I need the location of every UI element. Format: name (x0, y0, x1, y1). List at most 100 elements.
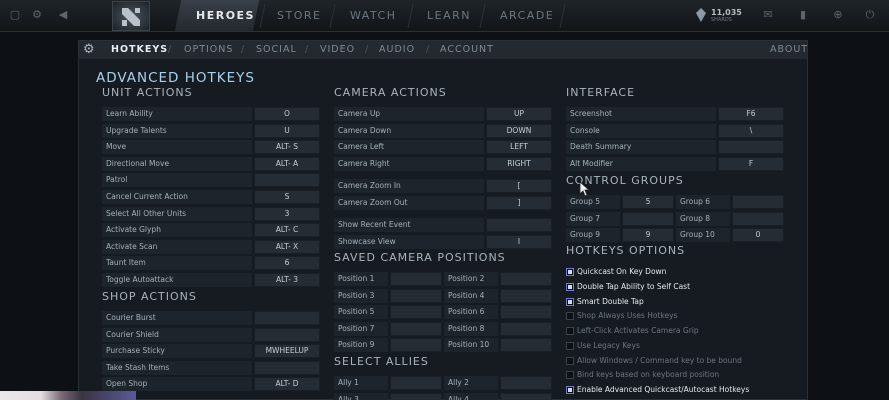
hotkey-binding-purchase-sticky[interactable]: MWHEELUP (254, 344, 320, 359)
hotkey-binding-group-7[interactable] (622, 211, 674, 226)
gear-icon[interactable]: ⚙ (30, 8, 44, 22)
nav-separator (259, 4, 266, 28)
hotkey-binding-courier-shield[interactable] (254, 327, 320, 342)
option-quickcast-on-key-down[interactable]: Quickcast On Key Down (566, 266, 806, 278)
hotkey-binding-position-6[interactable] (500, 305, 552, 320)
option-allow-windows-command-key-to-be-bound[interactable]: Allow Windows / Command key to be bound (566, 355, 806, 367)
inventory-icon[interactable]: ▮ (796, 8, 810, 22)
hotkey-binding-position-1[interactable] (390, 272, 442, 286)
hotkey-binding-ally-1[interactable] (390, 376, 442, 390)
hotkey-binding-position-9[interactable] (390, 338, 442, 353)
hotkey-binding-position-10[interactable] (500, 338, 552, 353)
nav-heroes[interactable]: HEROES (196, 9, 255, 22)
hotkey-binding-position-3[interactable] (390, 288, 442, 303)
hotkey-label-camera-zoom-out: Camera Zoom Out (334, 195, 484, 210)
hotkey-binding-take-stash-items[interactable] (254, 360, 320, 375)
section-title-saved-camera: SAVED CAMERA POSITIONS (334, 251, 506, 264)
tab-audio[interactable]: AUDIO (379, 44, 415, 55)
checkbox-label: Use Legacy Keys (577, 340, 640, 350)
hotkey-binding-console[interactable]: \ (718, 123, 784, 138)
hotkey-binding-position-7[interactable] (390, 321, 442, 336)
hotkey-binding-screenshot[interactable]: F6 (718, 107, 784, 121)
tile-icon[interactable]: ▢ (8, 8, 22, 22)
hotkey-binding-camera-zoom-in[interactable]: [ (486, 179, 552, 193)
nav-store[interactable]: STORE (277, 9, 321, 22)
option-double-tap-ability-to-self-cast[interactable]: Double Tap Ability to Self Cast (566, 281, 806, 293)
dota-logo[interactable] (112, 1, 150, 31)
checkbox[interactable] (566, 327, 574, 335)
hotkey-label-patrol: Patrol (102, 173, 252, 188)
checkbox[interactable] (566, 386, 574, 394)
option-smart-double-tap[interactable]: Smart Double Tap (566, 296, 806, 308)
hotkey-binding-camera-right[interactable]: RIGHT (486, 156, 552, 171)
hotkey-label-taunt-item: Taunt Item (102, 256, 252, 271)
back-arrow-icon[interactable]: ◀ (56, 8, 70, 22)
hotkey-binding-learn-ability[interactable]: O (254, 107, 320, 121)
hotkey-binding-camera-down[interactable]: DOWN (486, 123, 552, 138)
power-icon[interactable]: ⏻ (863, 8, 877, 22)
hotkey-binding-select-all-other-units[interactable]: 3 (254, 206, 320, 221)
nav-arcade[interactable]: ARCADE (500, 9, 554, 22)
hotkey-binding-directional-move[interactable]: ALT- A (254, 156, 320, 171)
hotkey-binding-position-5[interactable] (390, 305, 442, 320)
option-bind-keys-based-on-keyboard-position[interactable]: Bind keys based on keyboard position (566, 369, 806, 381)
tab-video[interactable]: VIDEO (320, 44, 355, 55)
tab-options[interactable]: OPTIONS (184, 44, 233, 55)
hotkey-label-open-shop: Open Shop (102, 377, 252, 392)
hotkey-binding-position-4[interactable] (500, 288, 552, 303)
subnav-separator: / (168, 44, 172, 55)
checkbox[interactable] (566, 282, 574, 291)
hotkey-label-group-7: Group 7 (566, 211, 620, 226)
hotkey-binding-toggle-autoattack[interactable]: ALT- 3 (254, 273, 320, 287)
section-title-interface: INTERFACE (566, 86, 636, 99)
checkbox[interactable] (566, 297, 574, 306)
hotkey-binding-activate-glyph[interactable]: ALT- C (254, 223, 320, 238)
hotkey-label-position-8: Position 8 (444, 321, 498, 336)
hotkey-label-take-stash-items: Take Stash Items (102, 360, 252, 375)
tab-hotkeys[interactable]: HOTKEYS (111, 44, 168, 55)
tab-about[interactable]: ABOUT (770, 44, 808, 55)
option-left-click-activates-camera-grip[interactable]: Left-Click Activates Camera Grip (566, 325, 806, 337)
nav-watch[interactable]: WATCH (350, 9, 396, 22)
hotkey-binding-group-8[interactable] (732, 211, 784, 226)
hotkey-binding-activate-scan[interactable]: ALT- X (254, 239, 320, 254)
option-shop-always-uses-hotkeys[interactable]: Shop Always Uses Hotkeys (566, 310, 806, 322)
hotkey-binding-ally-2[interactable] (500, 376, 552, 390)
hotkey-binding-upgrade-talents[interactable]: U (254, 123, 320, 138)
hotkey-binding-open-shop[interactable]: ALT- D (254, 377, 320, 392)
hotkey-binding-move[interactable]: ALT- S (254, 140, 320, 155)
hotkey-binding-ally-3[interactable] (390, 392, 442, 400)
option-enable-advanced-quickcast-autocast-hotkeys[interactable]: Enable Advanced Quickcast/Autocast Hotke… (566, 384, 806, 396)
hotkey-binding-group-5[interactable]: 5 (622, 195, 674, 209)
checkbox[interactable] (566, 312, 574, 321)
plus-icon[interactable]: ⊕ (831, 8, 845, 22)
nav-learn[interactable]: LEARN (427, 9, 471, 22)
hotkey-binding-camera-up[interactable]: UP (486, 107, 552, 121)
hotkey-binding-camera-zoom-out[interactable]: ] (486, 195, 552, 210)
hotkey-binding-patrol[interactable] (254, 173, 320, 188)
option-use-legacy-keys[interactable]: Use Legacy Keys (566, 340, 806, 352)
hotkey-binding-ally-4[interactable] (500, 392, 552, 400)
hotkey-binding-camera-left[interactable]: LEFT (486, 140, 552, 155)
hotkey-binding-position-8[interactable] (500, 321, 552, 336)
hotkey-binding-showcase-view[interactable]: I (486, 234, 552, 249)
hotkey-binding-position-2[interactable] (500, 272, 552, 286)
checkbox[interactable] (566, 371, 574, 380)
hotkey-binding-courier-burst[interactable] (254, 311, 320, 325)
hotkey-binding-show-recent-event[interactable] (486, 218, 552, 232)
hotkey-binding-taunt-item[interactable]: 6 (254, 256, 320, 271)
tab-account[interactable]: ACCOUNT (440, 44, 494, 55)
checkbox[interactable] (566, 341, 574, 350)
tab-social[interactable]: SOCIAL (256, 44, 297, 55)
hotkey-binding-group-10[interactable]: 0 (732, 228, 784, 243)
checkbox[interactable] (566, 356, 574, 365)
shards-icon (696, 8, 706, 22)
hotkey-binding-cancel-current-action[interactable]: S (254, 190, 320, 204)
hotkey-binding-group-6[interactable] (732, 195, 784, 209)
checkbox[interactable] (566, 268, 574, 276)
nav-separator (479, 4, 486, 28)
hotkey-binding-alt-modifier[interactable]: F (718, 156, 784, 171)
hotkey-binding-death-summary[interactable] (718, 140, 784, 155)
hotkey-binding-group-9[interactable]: 9 (622, 228, 674, 243)
mail-icon[interactable]: ✉ (761, 8, 775, 22)
